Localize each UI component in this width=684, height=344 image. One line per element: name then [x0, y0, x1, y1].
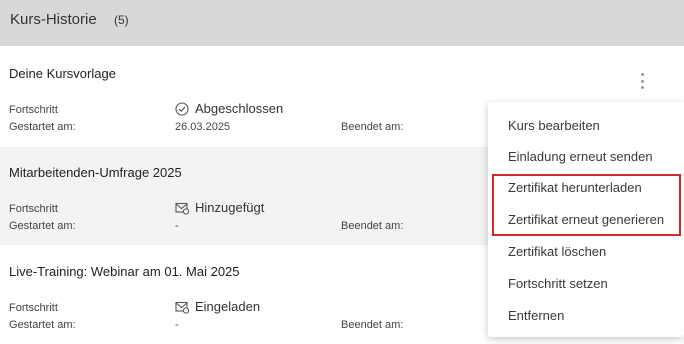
menu-item-set-progress[interactable]: Fortschritt setzen — [508, 276, 608, 291]
course-status: Eingeladen — [175, 299, 260, 314]
context-menu: Kurs bearbeiten Einladung erneut senden … — [488, 102, 684, 337]
history-title: Kurs-Historie — [10, 11, 97, 28]
menu-item-delete-certificate[interactable]: Zertifikat löschen — [508, 244, 606, 259]
started-value: - — [175, 220, 179, 232]
menu-item-regenerate-certificate[interactable]: Zertifikat erneut generieren — [508, 212, 664, 227]
history-count: (5) — [114, 13, 129, 27]
started-label: Gestartet am: — [9, 319, 76, 331]
kebab-dot — [640, 86, 644, 89]
check-circle-icon — [175, 101, 189, 116]
progress-label: Fortschritt — [9, 104, 58, 116]
progress-label: Fortschritt — [9, 203, 58, 215]
course-name: Live-Training: Webinar am 01. Mai 2025 — [9, 264, 240, 279]
status-label: Abgeschlossen — [195, 101, 284, 116]
menu-item-edit-course[interactable]: Kurs bearbeiten — [508, 118, 600, 133]
progress-label: Fortschritt — [9, 302, 58, 314]
course-status: Abgeschlossen — [175, 101, 283, 116]
started-value: 26.03.2025 — [175, 121, 231, 133]
mail-icon — [175, 202, 189, 215]
history-header: Kurs-Historie (5) — [0, 0, 684, 46]
kebab-dot — [640, 73, 644, 76]
started-label: Gestartet am: — [9, 121, 76, 133]
started-label: Gestartet am: — [9, 220, 76, 232]
mail-icon — [175, 301, 189, 314]
started-value: - — [175, 319, 179, 331]
course-name: Mitarbeitenden-Umfrage 2025 — [9, 165, 182, 180]
more-options-icon[interactable] — [636, 73, 648, 89]
menu-item-resend-invitation[interactable]: Einladung erneut senden — [508, 149, 653, 164]
status-label: Hinzugefügt — [195, 200, 265, 215]
menu-item-download-certificate[interactable]: Zertifikat herunterladen — [508, 180, 642, 195]
ended-label: Beendet am: — [341, 220, 404, 232]
kebab-dot — [640, 79, 644, 83]
ended-label: Beendet am: — [341, 121, 404, 133]
menu-item-remove[interactable]: Entfernen — [508, 308, 564, 323]
status-label: Eingeladen — [195, 299, 261, 314]
course-name: Deine Kursvorlage — [9, 66, 116, 81]
course-status: Hinzugefügt — [175, 200, 264, 215]
ended-label: Beendet am: — [341, 319, 404, 331]
